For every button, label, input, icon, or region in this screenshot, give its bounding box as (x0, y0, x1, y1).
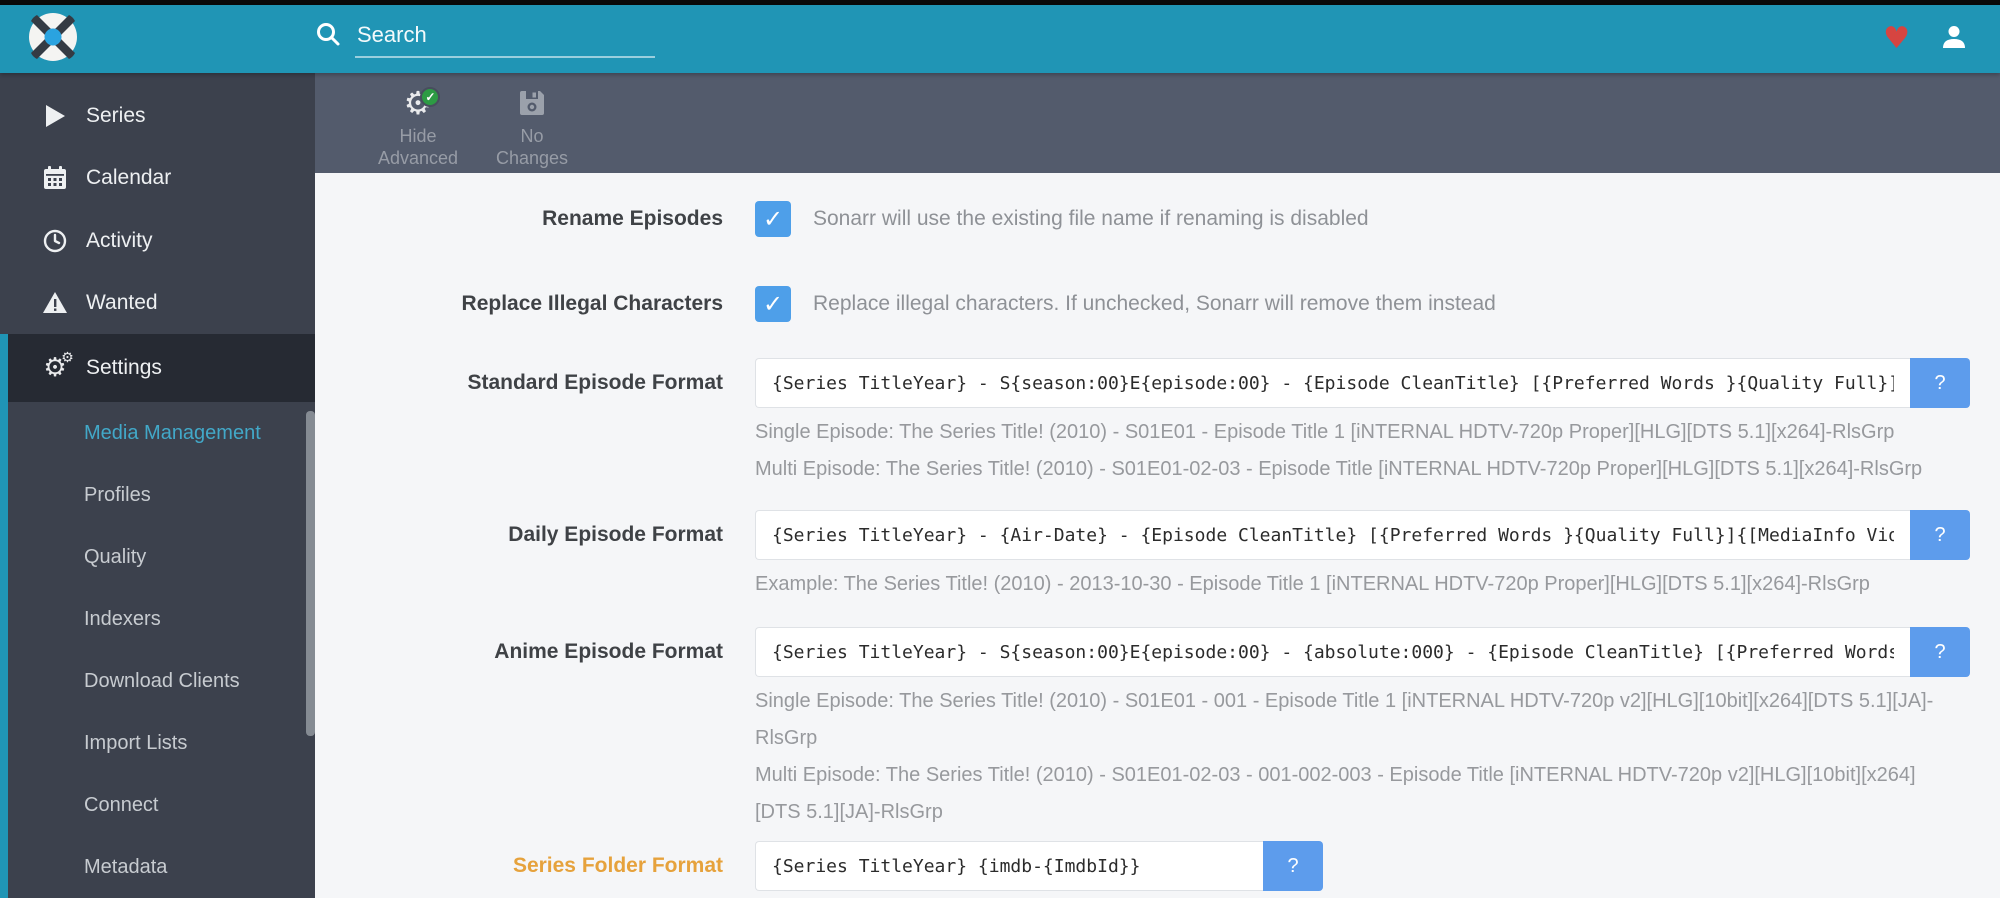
sidebar-subitem-label: Indexers (84, 607, 161, 630)
daily-episode-example: Example: The Series Title! (2010) - 2013… (755, 573, 1870, 595)
sidebar-item-profiles[interactable]: Profiles (8, 464, 315, 526)
series-folder-help-button[interactable]: ? (1263, 841, 1323, 891)
app-logo-area[interactable] (0, 11, 315, 68)
check-icon: ✓ (762, 290, 784, 318)
sidebar: Series Calendar Activity Wanted ⚙ ⚙ Sett… (0, 73, 315, 898)
search-icon (315, 21, 341, 58)
sidebar-item-label: Calendar (86, 166, 172, 190)
sidebar-item-wanted[interactable]: Wanted (0, 272, 315, 334)
app-header: ♥ (0, 5, 2000, 73)
sidebar-subitem-label: Import Lists (84, 731, 188, 754)
sidebar-item-metadata[interactable]: Metadata (8, 836, 315, 898)
green-check-badge: ✓ (420, 87, 441, 107)
sidebar-item-media-management[interactable]: Media Management (8, 402, 315, 464)
sidebar-subitem-label: Media Management (84, 421, 261, 444)
calendar-icon (42, 166, 68, 190)
anime-episode-format-input[interactable] (755, 627, 1910, 677)
sidebar-subitem-label: Metadata (84, 855, 168, 878)
daily-episode-format-row: Daily Episode Format ? Example: The Seri… (315, 510, 2000, 603)
rename-episodes-row: Rename Episodes ✓ Sonarr will use the ex… (315, 200, 2000, 238)
anime-episode-format-label: Anime Episode Format (494, 640, 723, 663)
sidebar-item-settings[interactable]: ⚙ ⚙ Settings (8, 334, 315, 402)
rename-episodes-label: Rename Episodes (542, 207, 723, 230)
advanced-gear-check-icon: ⚙ ✓ (404, 85, 441, 121)
sidebar-item-series[interactable]: Series (0, 85, 315, 147)
sidebar-item-activity[interactable]: Activity (0, 210, 315, 272)
replace-illegal-characters-help: Replace illegal characters. If unchecked… (813, 292, 1496, 315)
sidebar-item-label: Series (86, 104, 146, 128)
anime-multi-episode-example: Multi Episode: The Series Title! (2010) … (755, 764, 1916, 823)
replace-illegal-characters-row: Replace Illegal Characters ✓ Replace ill… (315, 285, 2000, 323)
sidebar-item-import-lists[interactable]: Import Lists (8, 712, 315, 774)
no-changes-button[interactable]: No Changes (484, 73, 580, 169)
sidebar-item-connect[interactable]: Connect (8, 774, 315, 836)
sidebar-item-quality[interactable]: Quality (8, 526, 315, 588)
series-folder-format-row: Series Folder Format ? (315, 841, 2000, 891)
rename-episodes-checkbox[interactable]: ✓ (755, 201, 791, 237)
user-icon[interactable] (1940, 23, 1968, 56)
standard-episode-format-row: Standard Episode Format ? Single Episode… (315, 358, 2000, 488)
media-management-form: Rename Episodes ✓ Sonarr will use the ex… (315, 173, 2000, 898)
search-input[interactable] (355, 21, 655, 58)
standard-episode-format-label: Standard Episode Format (467, 371, 723, 394)
sidebar-subitem-label: Quality (84, 545, 147, 568)
anime-format-help-button[interactable]: ? (1910, 627, 1970, 677)
search-area (315, 21, 655, 58)
replace-illegal-characters-label: Replace Illegal Characters (461, 292, 723, 315)
standard-multi-episode-example: Multi Episode: The Series Title! (2010) … (755, 458, 1923, 480)
play-icon (42, 104, 68, 128)
sidebar-item-label: Settings (86, 356, 162, 379)
sidebar-item-indexers[interactable]: Indexers (8, 588, 315, 650)
standard-single-episode-example: Single Episode: The Series Title! (2010)… (755, 421, 1895, 443)
anime-single-episode-example: Single Episode: The Series Title! (2010)… (755, 690, 1934, 749)
standard-format-help-button[interactable]: ? (1910, 358, 1970, 408)
hide-advanced-button[interactable]: ⚙ ✓ Hide Advanced (370, 73, 466, 169)
sidebar-subitem-label: Download Clients (84, 669, 240, 692)
page-toolbar: ⚙ ✓ Hide Advanced No Changes (315, 73, 2000, 173)
sidebar-subitem-label: Connect (84, 793, 159, 816)
clock-icon (42, 229, 68, 253)
daily-episode-format-input[interactable] (755, 510, 1910, 560)
sidebar-subitem-label: Profiles (84, 483, 151, 506)
check-icon: ✓ (762, 205, 784, 233)
save-icon (518, 85, 546, 121)
daily-format-help-button[interactable]: ? (1910, 510, 1970, 560)
sidebar-item-label: Wanted (86, 290, 158, 314)
sidebar-item-calendar[interactable]: Calendar (0, 147, 315, 209)
sidebar-scrollbar[interactable] (306, 411, 315, 736)
standard-episode-format-input[interactable] (755, 358, 1910, 408)
warning-icon (42, 291, 68, 315)
sonarr-logo (27, 11, 79, 68)
daily-episode-format-label: Daily Episode Format (508, 523, 723, 546)
rename-episodes-help: Sonarr will use the existing file name i… (813, 207, 1369, 230)
heart-icon[interactable]: ♥ (1883, 24, 1910, 54)
sidebar-item-label: Activity (86, 228, 153, 252)
anime-episode-format-row: Anime Episode Format ? Single Episode: T… (315, 627, 2000, 831)
replace-illegal-characters-checkbox[interactable]: ✓ (755, 286, 791, 322)
series-folder-format-input[interactable] (755, 841, 1263, 891)
sidebar-item-download-clients[interactable]: Download Clients (8, 650, 315, 712)
series-folder-format-label: Series Folder Format (512, 854, 723, 877)
gears-icon: ⚙ ⚙ (43, 350, 74, 383)
sidebar-settings-group: ⚙ ⚙ Settings Media Management Profiles Qu… (0, 334, 315, 898)
